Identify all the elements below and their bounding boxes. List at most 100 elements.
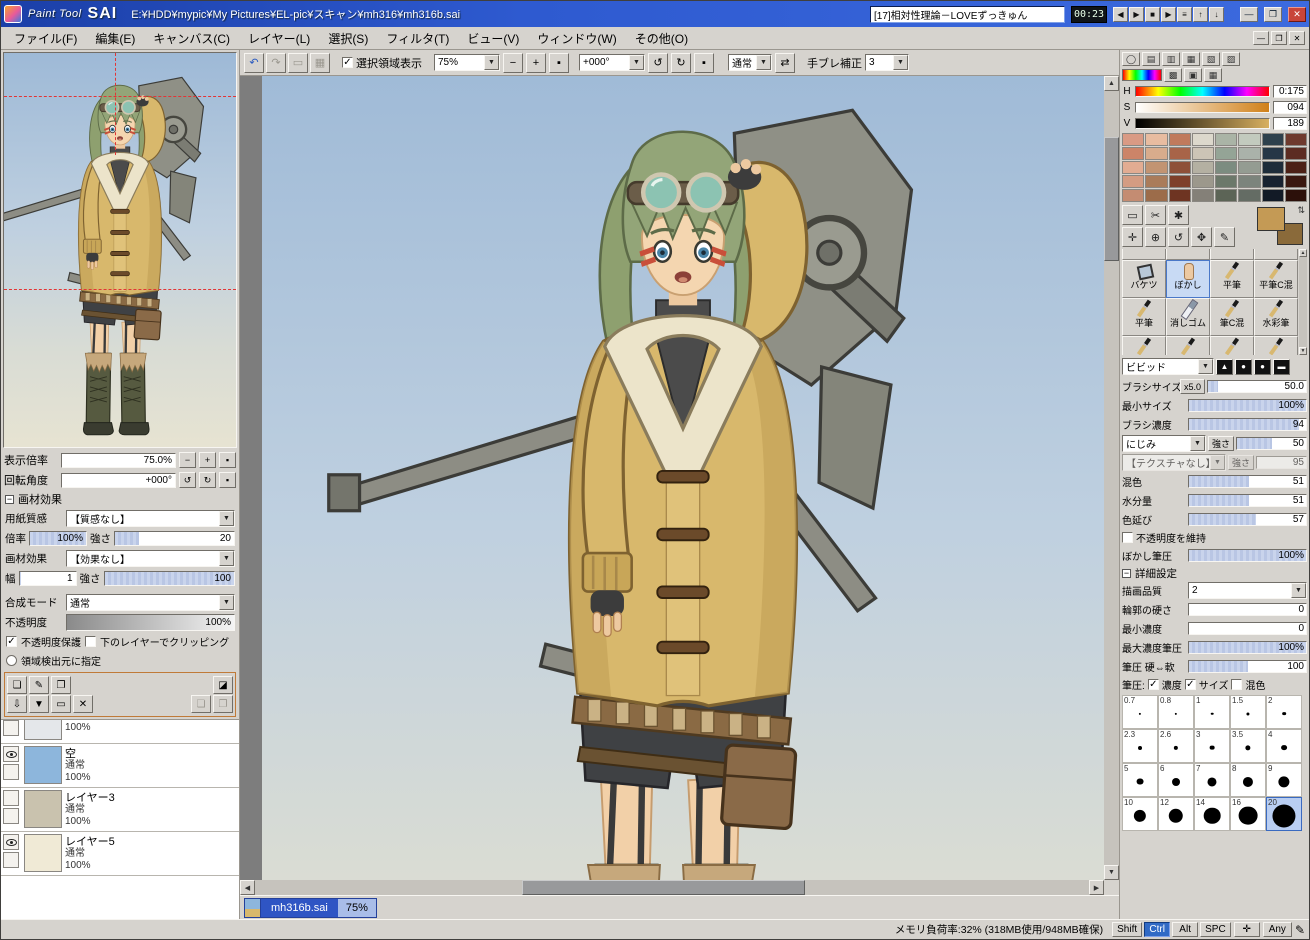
blur-pressure-slider[interactable]: 100% xyxy=(1188,549,1307,562)
brush-size-preset[interactable]: 2 xyxy=(1266,695,1302,729)
clipping-checkbox[interactable] xyxy=(85,636,96,647)
max-density-slider[interactable]: 100% xyxy=(1188,641,1307,654)
color-swatch[interactable] xyxy=(1238,189,1261,202)
tip-shape-circle-button[interactable]: ● xyxy=(1235,358,1252,375)
color-swatch[interactable] xyxy=(1168,133,1191,146)
chevron-down-icon[interactable] xyxy=(219,550,234,566)
color-swatch[interactable] xyxy=(1261,175,1284,188)
stabilizer-select[interactable]: 3 xyxy=(865,54,909,71)
tray-scroll-down-button[interactable] xyxy=(1299,347,1307,355)
navigator-rotate-cw-button[interactable]: ↻ xyxy=(199,472,216,488)
menu-item[interactable]: レイヤー(L) xyxy=(239,27,319,50)
layer-option-box[interactable] xyxy=(3,764,19,780)
pressure-checkbox[interactable] xyxy=(1147,679,1159,690)
redo-button[interactable]: ↷ xyxy=(266,52,286,73)
hand-tool[interactable]: ✥ xyxy=(1191,227,1212,247)
canvas-rotate-cw-button[interactable]: ↻ xyxy=(671,52,691,73)
foreground-color-swatch[interactable] xyxy=(1257,207,1285,231)
rect-select-tool[interactable]: ▭ xyxy=(1122,205,1143,225)
scroll-left-button[interactable] xyxy=(240,880,255,895)
media-next-button[interactable]: ▶ xyxy=(1161,6,1176,22)
chevron-down-icon[interactable] xyxy=(1198,359,1213,374)
menu-item[interactable]: 編集(E) xyxy=(86,27,144,50)
chevron-down-icon[interactable] xyxy=(1210,455,1225,470)
scroll-right-button[interactable] xyxy=(1089,880,1104,895)
color-swatch[interactable] xyxy=(1122,133,1145,146)
color-swatch[interactable] xyxy=(1238,175,1261,188)
layer-option-box[interactable] xyxy=(3,720,19,736)
color-swatch[interactable] xyxy=(1191,189,1214,202)
close-button[interactable]: ✕ xyxy=(1288,6,1306,22)
material-effects-header[interactable]: 画材効果 xyxy=(1,490,239,508)
canvas-zoom-select[interactable]: 75% xyxy=(434,54,500,71)
brush-tool[interactable] xyxy=(1122,249,1166,260)
color-swatch[interactable] xyxy=(1261,133,1284,146)
hue-strip-icon[interactable] xyxy=(1122,69,1162,81)
brush-size-preset[interactable]: 16 xyxy=(1230,797,1266,831)
menu-item[interactable]: ウィンドウ(W) xyxy=(528,27,625,50)
brush-size-preset[interactable]: 12 xyxy=(1158,797,1194,831)
min-density-slider[interactable]: 0 xyxy=(1188,622,1307,635)
media-playlist-button[interactable]: ≡ xyxy=(1177,6,1192,22)
minimize-button[interactable]: — xyxy=(1240,6,1258,22)
texture-strength-slider[interactable]: 20 xyxy=(114,530,235,546)
tip-shape-soft-circle-button[interactable]: ● xyxy=(1254,358,1271,375)
color-swatch[interactable] xyxy=(1191,133,1214,146)
canvas-zoom-out-button[interactable]: − xyxy=(503,52,523,73)
brush-tool[interactable] xyxy=(1254,336,1298,355)
pressure-checkbox[interactable] xyxy=(1184,679,1196,690)
brush-tool[interactable]: 平筆 xyxy=(1122,298,1166,336)
media-prev-button[interactable]: ◀ xyxy=(1113,6,1128,22)
chevron-down-icon[interactable] xyxy=(1190,436,1205,451)
brush-size-slider[interactable]: 50.0 xyxy=(1207,380,1307,393)
color-swatch[interactable] xyxy=(1238,161,1261,174)
merge-down-button[interactable]: ▼ xyxy=(29,695,49,713)
color-extend-slider[interactable]: 57 xyxy=(1188,513,1307,526)
saturation-slider[interactable] xyxy=(1135,101,1270,113)
color-swatch[interactable] xyxy=(1122,161,1145,174)
pressure-checkbox[interactable] xyxy=(1231,679,1243,690)
selection-grid-button[interactable]: ▦ xyxy=(310,52,330,73)
advanced-settings-header[interactable]: 詳細設定 xyxy=(1122,565,1307,581)
custom-palette-icon[interactable]: ▨ xyxy=(1222,52,1240,66)
media-stop-button[interactable]: ■ xyxy=(1145,6,1160,22)
hard-soft-slider[interactable]: 100 xyxy=(1188,660,1307,673)
layer-option-box[interactable] xyxy=(3,808,19,824)
brush-size-preset[interactable]: 10 xyxy=(1122,797,1158,831)
brush-tool[interactable] xyxy=(1210,336,1254,355)
brush-density-slider[interactable]: 94 xyxy=(1188,418,1307,431)
move-tool[interactable]: ✛ xyxy=(1122,227,1143,247)
material-effect-select[interactable]: 【効果なし】 xyxy=(66,549,235,567)
color-swatch[interactable] xyxy=(1168,175,1191,188)
modifier-key-button[interactable]: Ctrl xyxy=(1144,922,1171,937)
tip-shape-flat-button[interactable]: ▬ xyxy=(1273,358,1290,375)
canvas-vertical-scrollbar[interactable] xyxy=(1104,76,1119,880)
mixer-panel-icon[interactable]: ▦ xyxy=(1204,68,1222,82)
clear-layer-button[interactable]: ▭ xyxy=(51,695,71,713)
brush-tool[interactable]: バケツ xyxy=(1122,260,1166,298)
navigator-zoom-out-button[interactable]: − xyxy=(179,452,196,468)
navigator-zoom-reset-button[interactable]: ▪ xyxy=(219,452,236,468)
device-any-select[interactable]: Any xyxy=(1262,922,1292,937)
pan-mode-button[interactable]: ✛ xyxy=(1233,922,1260,937)
menu-item[interactable]: ファイル(F) xyxy=(5,27,86,50)
tip-shape-triangle-button[interactable]: ▲ xyxy=(1216,358,1233,375)
menu-item[interactable]: ビュー(V) xyxy=(458,27,528,50)
horizontal-scroll-track[interactable] xyxy=(255,880,1089,895)
selection-crop-button[interactable]: ▭ xyxy=(288,52,308,73)
size-unit-button[interactable]: x5.0 xyxy=(1180,379,1206,394)
scroll-up-button[interactable] xyxy=(1104,76,1119,91)
brush-size-preset[interactable]: 3 xyxy=(1194,729,1230,763)
brush-tool[interactable]: 平筆 xyxy=(1210,260,1254,298)
brush-size-preset[interactable]: 20 xyxy=(1266,797,1302,831)
layer-row[interactable]: レイヤー3 通常 100% xyxy=(1,788,239,832)
vertical-scroll-track[interactable] xyxy=(1104,91,1119,865)
layer-visibility-toggle[interactable] xyxy=(3,746,19,762)
navigator-zoom-in-button[interactable]: + xyxy=(199,452,216,468)
rgb-sliders-icon[interactable]: ▥ xyxy=(1162,52,1180,66)
paint-blend-mode-select[interactable]: 通常 xyxy=(728,54,772,71)
canvas-viewport[interactable] xyxy=(240,76,1119,880)
color-swatch[interactable] xyxy=(1284,147,1307,160)
brush-tool[interactable] xyxy=(1254,249,1298,260)
chevron-down-icon[interactable] xyxy=(219,510,234,526)
